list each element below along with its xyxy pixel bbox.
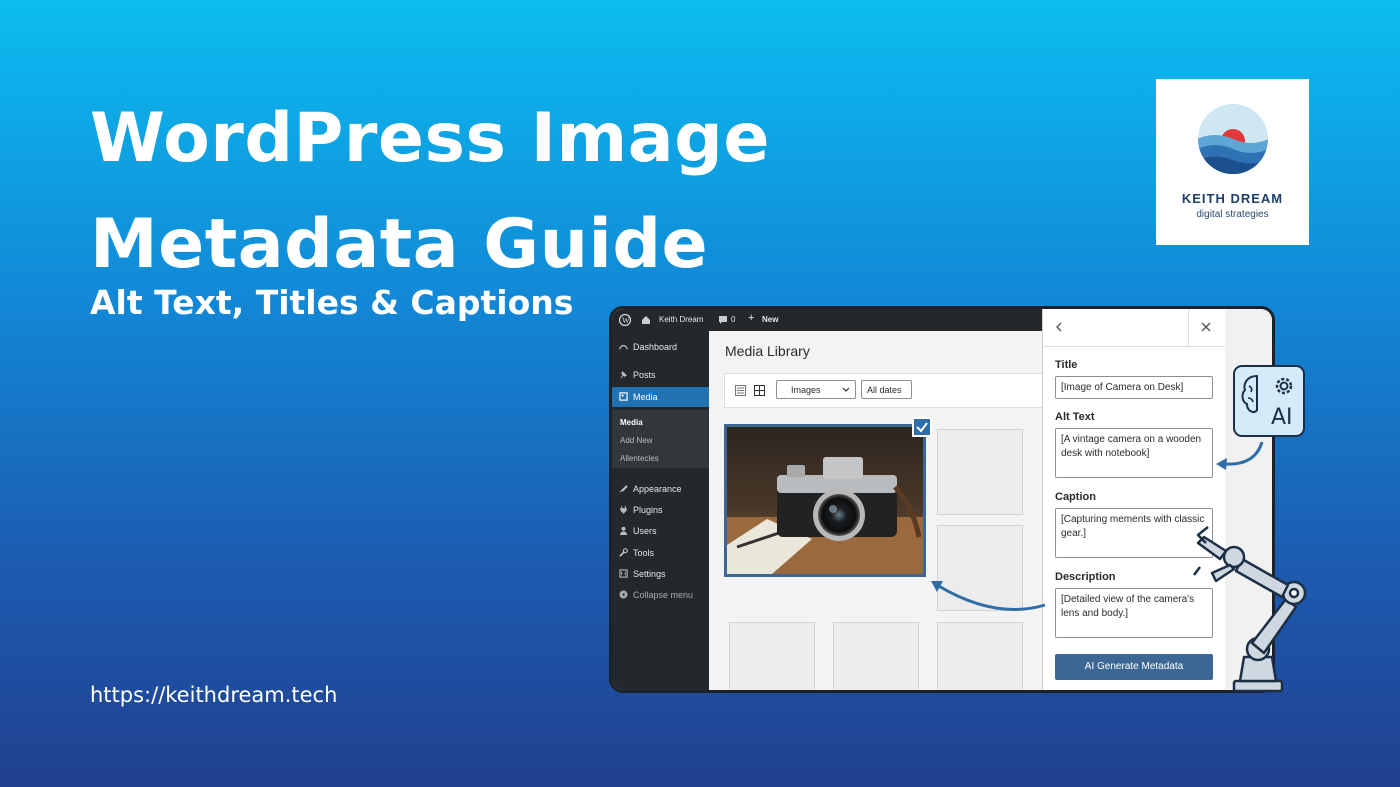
media-library-heading: Media Library [725, 343, 810, 359]
panel-header [1043, 309, 1225, 347]
sidebar-item-tools[interactable]: Tools [612, 543, 709, 563]
svg-text:W: W [622, 316, 630, 325]
media-library-main: Media Library Images All dates [709, 331, 1044, 690]
site-url[interactable]: https://keithdream.tech [90, 683, 337, 707]
sidebar-item-label: Collapse menu [633, 590, 694, 600]
collapse-icon [619, 590, 628, 599]
sidebar-item-label: Dashboard [633, 342, 678, 352]
media-thumbnail[interactable] [729, 622, 815, 690]
curved-arrow-icon [931, 581, 1046, 611]
caption-label: Caption [1055, 491, 1096, 503]
submenu-item-add-new[interactable]: Add New [620, 436, 652, 445]
settings-icon [619, 569, 628, 578]
logo-card: KEITH DREAM digital strategies [1156, 79, 1309, 245]
media-icon [619, 392, 628, 401]
sidebar-item-label: Appearance [633, 484, 682, 494]
page-subtitle: Alt Text, Titles & Captions [90, 283, 574, 322]
selected-checkmark-icon[interactable] [912, 417, 932, 437]
gauge-icon [619, 344, 628, 350]
sidebar-item-plugins[interactable]: Plugins [612, 500, 709, 520]
media-submenu: Media Add New Allentecles [612, 410, 709, 468]
close-icon[interactable] [1201, 322, 1211, 332]
user-icon [619, 526, 628, 535]
media-type-filter[interactable]: Images [776, 380, 856, 399]
date-filter-value: All dates [867, 385, 902, 395]
brain-gear-icon [1241, 374, 1258, 413]
media-thumbnail[interactable] [937, 429, 1023, 515]
new-link[interactable]: New [762, 315, 778, 324]
admin-sidebar: Dashboard Posts Media Media Add New Alle… [612, 331, 715, 690]
alt-text-field[interactable]: [A vintage camera on a wooden desk with … [1055, 428, 1213, 478]
wrench-icon [619, 548, 628, 557]
media-type-value: Images [791, 385, 821, 395]
home-icon[interactable] [641, 315, 651, 325]
curved-arrow-icon [1216, 441, 1264, 470]
description-label: Description [1055, 571, 1116, 583]
wordpress-icon[interactable]: W [619, 314, 631, 326]
chevron-left-icon[interactable] [1055, 322, 1063, 332]
grid-view-icon[interactable] [754, 385, 765, 396]
wordpress-mockup: W Keith Dream 0 + New Dashboard Posts Me… [609, 306, 1275, 693]
selected-media-item[interactable] [724, 424, 926, 577]
brand-name: KEITH DREAM [1181, 191, 1284, 206]
brand-tagline: digital strategies [1196, 209, 1269, 220]
submenu-item-media[interactable]: Media [620, 418, 643, 427]
title-field[interactable]: [Image of Camera on Desk] [1055, 376, 1213, 399]
pin-icon [620, 371, 627, 379]
sidebar-item-label: Media [633, 392, 658, 402]
title-label: Title [1055, 359, 1078, 371]
camera-photo [727, 427, 923, 574]
sidebar-item-label: Settings [633, 569, 666, 579]
sidebar-item-users[interactable]: Users [612, 521, 709, 541]
sidebar-item-settings[interactable]: Settings [612, 564, 709, 584]
chevron-down-icon [842, 387, 850, 392]
title-line-1: WordPress Image [90, 99, 770, 178]
brush-icon [619, 485, 628, 493]
media-thumbnail[interactable] [833, 622, 919, 690]
ai-badge: AI [1233, 365, 1305, 437]
media-thumbnail[interactable] [937, 622, 1023, 690]
sidebar-item-label: Plugins [633, 505, 663, 515]
alt-text-label: Alt Text [1055, 411, 1095, 423]
sidebar-item-posts[interactable]: Posts [612, 365, 709, 385]
sidebar-item-collapse[interactable]: Collapse menu [612, 585, 709, 605]
site-name-link[interactable]: Keith Dream [659, 315, 703, 324]
gear-icon [1275, 377, 1293, 395]
comments-count: 0 [731, 315, 736, 324]
sidebar-item-label: Tools [633, 548, 655, 558]
sidebar-item-label: Users [633, 526, 657, 536]
list-view-icon[interactable] [735, 385, 746, 396]
sidebar-item-label: Posts [633, 370, 656, 380]
plus-icon[interactable]: + [748, 312, 754, 324]
submenu-item-allentecles[interactable]: Allentecles [620, 454, 659, 463]
banner: WordPress Image Metadata Guide Alt Text,… [0, 0, 1400, 787]
robot-arm-icon [1193, 526, 1307, 693]
plug-icon [620, 505, 627, 514]
media-toolbar: Images All dates [724, 373, 1044, 408]
sidebar-item-appearance[interactable]: Appearance [612, 479, 709, 499]
sidebar-item-media[interactable]: Media [612, 387, 715, 407]
sun-over-waves-logo-icon [1198, 104, 1268, 174]
comment-icon[interactable] [718, 315, 728, 325]
ai-label: AI [1271, 405, 1293, 430]
page-title: WordPress Image Metadata Guide [90, 86, 770, 298]
date-filter[interactable]: All dates [861, 380, 912, 399]
sidebar-item-dashboard[interactable]: Dashboard [612, 337, 709, 357]
